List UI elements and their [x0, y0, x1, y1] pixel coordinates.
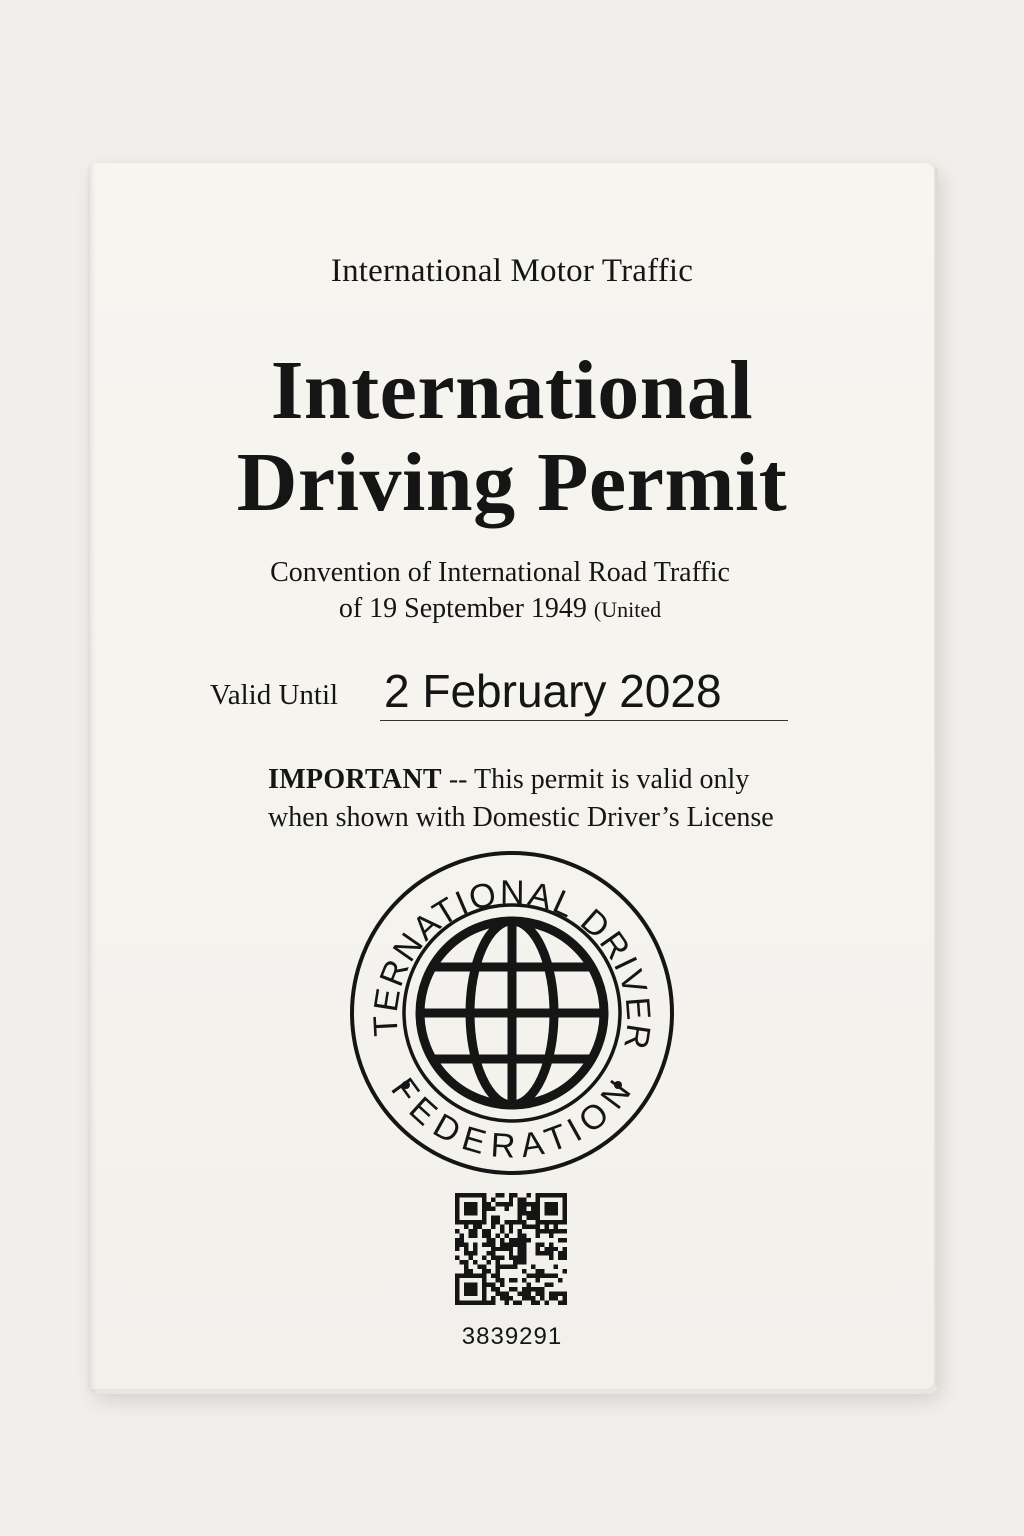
- valid-until-label: Valid Until: [210, 679, 339, 711]
- qr-code[interactable]: [455, 1193, 567, 1305]
- seal-upper-text: INTERNATIONAL DRIVERS: [348, 849, 658, 1053]
- convention-line-2: of 19 September 1949 (United: [66, 591, 934, 628]
- header-text: International Motor Traffic: [330, 253, 694, 289]
- valid-until-date: 2 February 2028: [380, 661, 788, 721]
- title-line-1: International: [270, 344, 754, 437]
- convention-note: (United: [593, 597, 662, 622]
- convention-text: Convention of International Road Traffic…: [90, 555, 934, 628]
- permit-booklet: International Motor Traffic Internationa…: [90, 163, 938, 1389]
- important-word: IMPORTANT: [268, 764, 442, 795]
- convention-date: of 19 September 1949: [338, 593, 594, 624]
- serial-number: 3839291: [461, 1323, 563, 1350]
- title-line-2: Driving Permit: [236, 436, 788, 529]
- seal-dot-right: [614, 1081, 622, 1089]
- important-notice: IMPORTANT -- This permit is valid only w…: [268, 761, 888, 837]
- federation-seal: INTERNATIONAL DRIVERS FEDERATION: [348, 849, 674, 1175]
- important-line-1: -- This permit is valid only: [441, 764, 750, 795]
- seal-dot-left: [402, 1081, 410, 1089]
- important-line-2: when shown with Domestic Driver’s Licens…: [268, 802, 774, 833]
- globe-icon: [415, 916, 609, 1110]
- convention-line-1: Convention of International Road Traffic: [270, 557, 730, 588]
- page-title: International Driving Permit: [90, 345, 934, 529]
